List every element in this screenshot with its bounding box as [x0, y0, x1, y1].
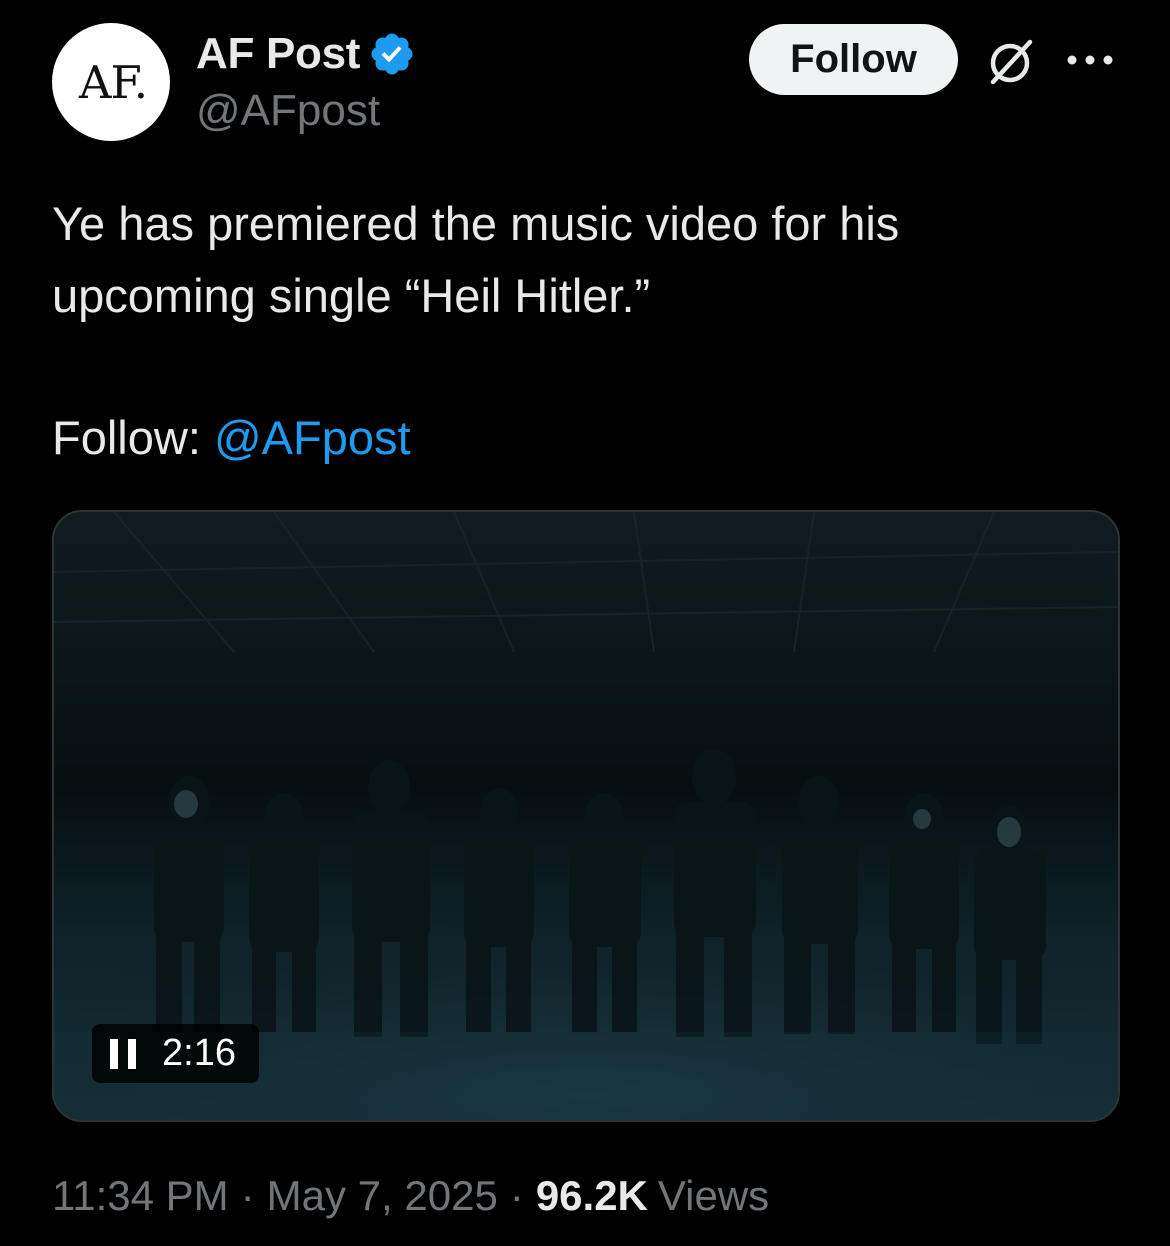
author-name-row: AF Post: [196, 26, 416, 82]
tweet-follow-line: Follow: @AFpost: [52, 402, 411, 474]
follow-button[interactable]: Follow: [749, 24, 958, 95]
meta-separator: ·: [240, 1172, 255, 1219]
grok-icon[interactable]: [984, 34, 1038, 88]
meta-separator: ·: [509, 1172, 524, 1219]
avatar[interactable]: AF.: [52, 23, 170, 141]
tweet: AF. AF Post @AFpost Follow Ye has premie…: [0, 0, 1170, 1246]
avatar-logo-text: AF.: [78, 55, 148, 109]
tweet-text-line: upcoming single “Heil Hitler.”: [52, 269, 651, 322]
follow-prefix: Follow:: [52, 411, 201, 464]
author-display-name[interactable]: AF Post: [196, 29, 360, 79]
views-count: 96.2K: [535, 1172, 648, 1219]
tweet-text-line: Ye has premiered the music video for his: [52, 197, 900, 250]
tweet-meta: 11:34 PM · May 7, 2025 · 96.2K Views: [52, 1172, 769, 1220]
mention-link[interactable]: @AFpost: [214, 411, 411, 464]
more-icon[interactable]: [1064, 50, 1116, 70]
video-duration: 2:16: [162, 1032, 236, 1074]
video-badge[interactable]: 2:16: [92, 1024, 259, 1083]
pause-icon[interactable]: [110, 1038, 136, 1069]
author-handle[interactable]: @AFpost: [196, 86, 380, 136]
verified-badge-icon[interactable]: [368, 30, 416, 78]
tweet-text: Ye has premiered the music video for his…: [52, 188, 1112, 332]
views-label: Views: [657, 1172, 770, 1219]
video-player[interactable]: 2:16: [52, 510, 1120, 1122]
tweet-time[interactable]: 11:34 PM: [52, 1172, 229, 1220]
tweet-date[interactable]: May 7, 2025: [267, 1172, 498, 1220]
